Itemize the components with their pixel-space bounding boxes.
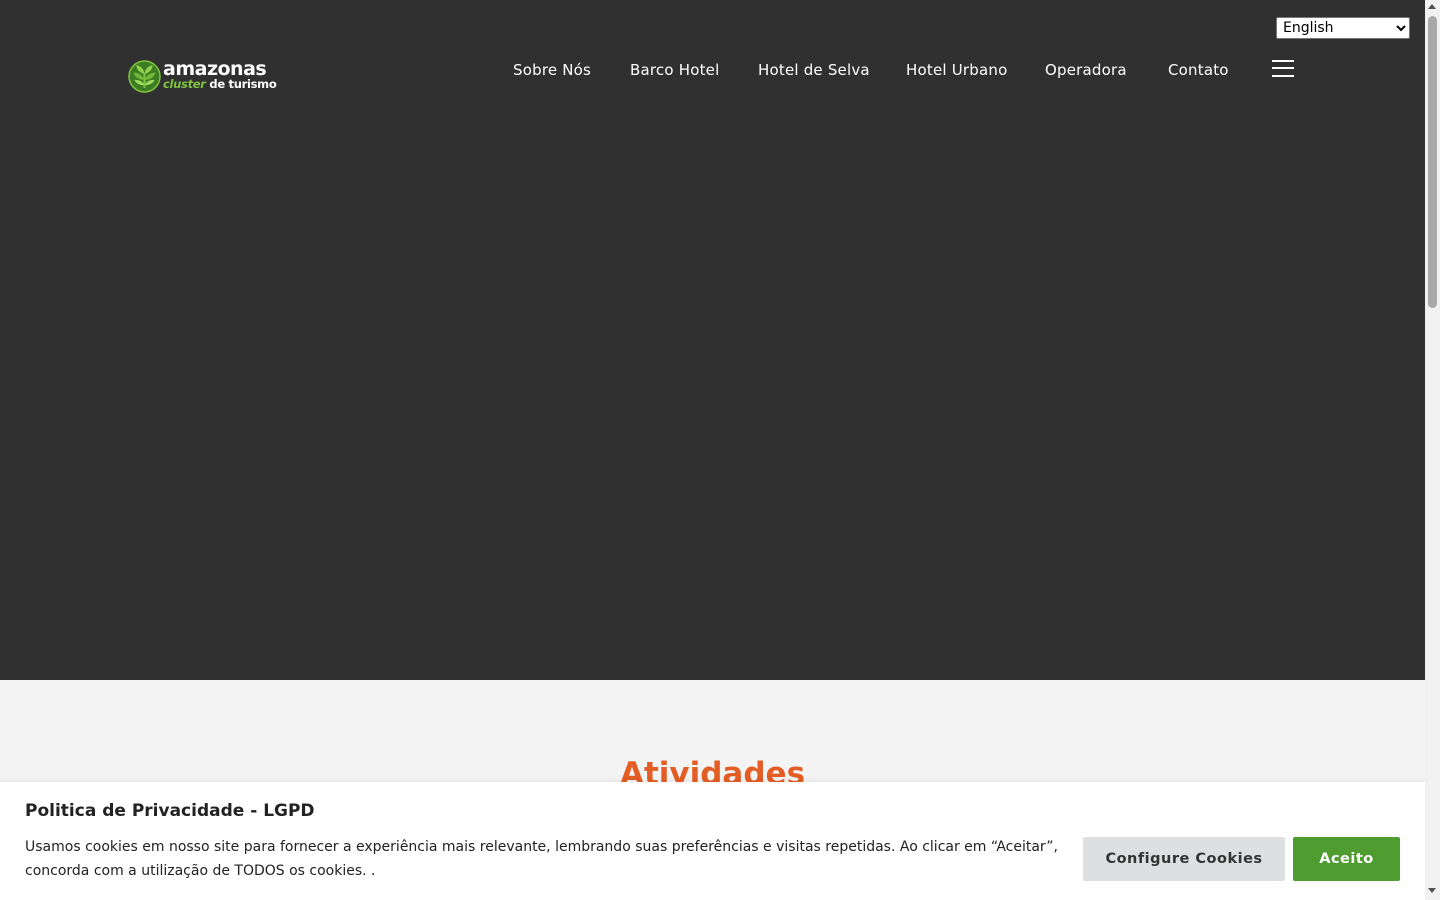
logo-tagline-white: de turismo [209,77,277,91]
site-logo[interactable]: amazonas cluster de turismo [128,58,278,94]
leaf-globe-icon [128,60,161,93]
cookie-title: Politica de Privacidade - LGPD [25,801,315,821]
page-scrollbar[interactable] [1425,0,1440,900]
menu-line [1272,60,1294,62]
logo-tagline-green: cluster [163,77,206,91]
nav-item-contato[interactable]: Contato [1168,60,1229,80]
cookie-text: Usamos cookies em nosso site para fornec… [25,839,1058,879]
cookie-consent-bar: Politica de Privacidade - LGPD Usamos co… [0,782,1425,900]
nav-item-sobre-nos[interactable]: Sobre Nós [513,60,591,80]
menu-line [1272,75,1294,77]
scroll-down-arrow-icon[interactable] [1428,888,1436,893]
accept-cookies-button[interactable]: Aceito [1293,837,1400,881]
nav-item-operadora[interactable]: Operadora [1045,60,1127,80]
menu-line [1272,67,1294,69]
logo-wordmark: amazonas [163,58,267,80]
logo-tagline: cluster de turismo [163,77,277,91]
hero-banner: English amazonas cluster de turismo Sobr… [0,0,1425,680]
scrollbar-thumb[interactable] [1428,16,1437,308]
nav-item-hotel-urbano[interactable]: Hotel Urbano [906,60,1007,80]
language-select[interactable]: English [1276,17,1410,39]
page: English amazonas cluster de turismo Sobr… [0,0,1425,900]
configure-cookies-button[interactable]: Configure Cookies [1083,837,1285,881]
hamburger-menu-icon[interactable] [1272,60,1294,77]
scroll-up-arrow-icon[interactable] [1428,4,1436,9]
nav-item-barco-hotel[interactable]: Barco Hotel [630,60,719,80]
nav-item-hotel-de-selva[interactable]: Hotel de Selva [758,60,870,80]
